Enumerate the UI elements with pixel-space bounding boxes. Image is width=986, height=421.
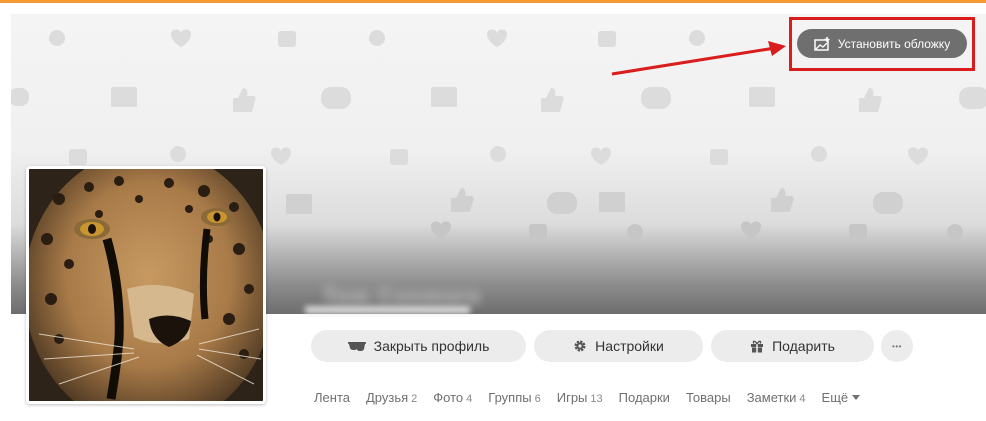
- set-cover-label: Установить обложку: [837, 36, 951, 51]
- avatar-image: [29, 169, 263, 401]
- top-accent-line: [0, 0, 986, 3]
- gift-button[interactable]: Подарить: [711, 330, 874, 362]
- tab-gifts[interactable]: Подарки: [619, 390, 670, 405]
- settings-button[interactable]: Настройки: [534, 330, 703, 362]
- tab-games[interactable]: Игры 13: [557, 390, 603, 405]
- tab-count: 13: [590, 393, 603, 405]
- avatar[interactable]: [26, 166, 266, 404]
- add-image-icon: [814, 36, 830, 51]
- close-profile-label: Закрыть профиль: [373, 338, 490, 354]
- tab-groups[interactable]: Группы 6: [488, 390, 540, 405]
- settings-label: Настройки: [595, 338, 664, 354]
- tab-more[interactable]: Ещё: [822, 390, 861, 405]
- tab-count: 2: [411, 393, 418, 405]
- chevron-down-icon: [852, 395, 861, 400]
- tab-count: 4: [466, 393, 473, 405]
- tab-count: 6: [534, 393, 541, 405]
- gift-icon: [750, 339, 764, 353]
- gift-label: Подарить: [772, 338, 835, 354]
- close-profile-button[interactable]: Закрыть профиль: [311, 330, 526, 362]
- profile-tabs: Лента Друзья 2 Фото 4 Группы 6 Игры 13 Подар…: [314, 390, 876, 408]
- tab-friends[interactable]: Друзья 2: [366, 390, 417, 405]
- tab-notes[interactable]: Заметки 4: [747, 390, 806, 405]
- set-cover-button[interactable]: Установить обложку: [797, 29, 967, 58]
- profile-subtitle-blurred: [305, 306, 470, 314]
- tab-count: 4: [799, 393, 806, 405]
- tab-products[interactable]: Товары: [686, 390, 731, 405]
- gear-icon: [573, 339, 587, 353]
- more-icon: •••: [892, 341, 902, 351]
- red-arrow-annotation: [611, 41, 786, 76]
- tab-feed[interactable]: Лента: [314, 390, 350, 405]
- tab-photos[interactable]: Фото 4: [433, 390, 472, 405]
- more-actions-button[interactable]: •••: [881, 330, 913, 362]
- sunglasses-icon: [347, 341, 366, 351]
